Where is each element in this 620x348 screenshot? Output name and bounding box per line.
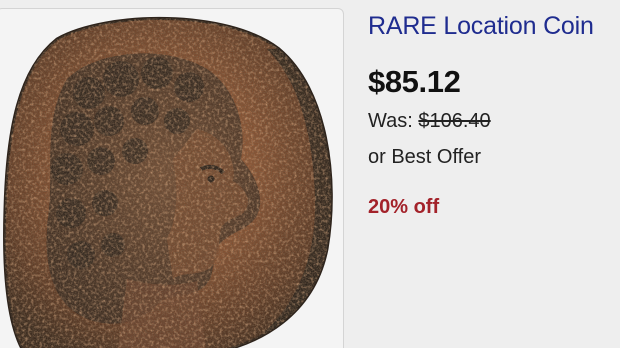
original-price-row: Was: $106.40 (368, 108, 491, 134)
discount-badge: 20% off (368, 196, 440, 218)
item-title-link[interactable]: RARE Location Coin (368, 10, 620, 42)
item-image-frame[interactable] (0, 8, 344, 348)
original-price: $106.40 (418, 110, 491, 132)
best-offer-text: or Best Offer (368, 146, 482, 168)
listing-card: RARE Location Coin $85.12 Was: $106.40 o… (0, 0, 620, 348)
was-label: Was: (368, 110, 419, 132)
coin-image[interactable] (0, 9, 344, 348)
current-price: $85.12 (368, 64, 461, 99)
listing-details: RARE Location Coin $85.12 Was: $106.40 o… (368, 10, 620, 218)
